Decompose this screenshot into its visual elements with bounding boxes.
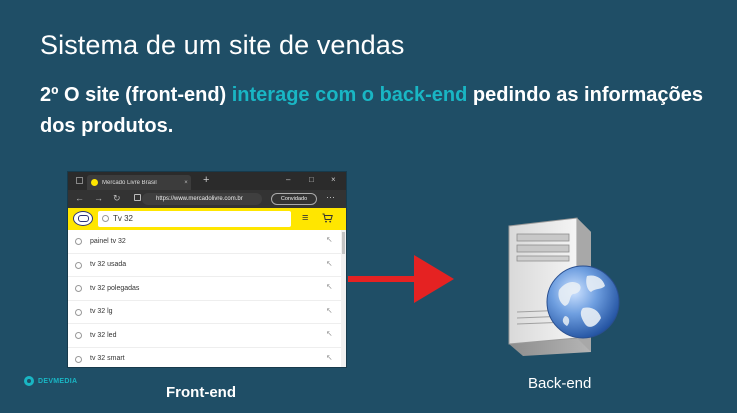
suggestion-item[interactable]: tv 32 usada ↖ xyxy=(68,254,346,277)
site-header: Tv 32 ≡ xyxy=(68,208,346,230)
slide-title: Sistema de um site de vendas xyxy=(40,30,405,60)
red-arrow-icon xyxy=(348,255,454,303)
search-icon xyxy=(75,261,82,269)
favicon-icon xyxy=(91,179,98,186)
fill-arrow-icon[interactable]: ↖ xyxy=(326,259,333,268)
suggestion-item[interactable]: tv 32 led ↖ xyxy=(68,324,346,348)
suggestion-text: tv 32 polegadas xyxy=(90,284,140,292)
devmedia-brand-text: DEVMEDIA xyxy=(38,377,78,385)
search-value: Tv 32 xyxy=(113,214,134,223)
fill-arrow-icon[interactable]: ↖ xyxy=(326,353,333,362)
search-icon xyxy=(75,355,82,363)
search-icon xyxy=(75,332,82,339)
slide-subtitle: 2º O site (front-end) interage com o bac… xyxy=(40,80,720,142)
search-icon xyxy=(75,308,82,316)
browser-tab-bar: Mercado Livre Brasil × + – □ × xyxy=(68,172,346,190)
suggestion-item[interactable]: tv 32 smart ↖ xyxy=(68,348,346,368)
devmedia-logo: DEVMEDIA xyxy=(24,376,77,386)
close-window-icon[interactable]: × xyxy=(331,175,336,184)
suggestion-text: tv 32 lg xyxy=(90,308,113,316)
forward-icon[interactable]: → xyxy=(94,193,103,203)
search-icon xyxy=(102,215,109,222)
search-suggestions: painel tv 32 ↖ tv 32 usada ↖ tv 32 poleg… xyxy=(68,230,346,367)
devmedia-logo-icon xyxy=(24,376,34,386)
scrollbar-thumb[interactable] xyxy=(342,232,345,254)
address-bar[interactable]: https://www.mercadolivre.com.br xyxy=(142,193,262,205)
fill-arrow-icon[interactable]: ↖ xyxy=(326,329,333,338)
server-icon xyxy=(508,217,620,356)
more-icon[interactable]: ··· xyxy=(326,192,335,202)
reload-icon[interactable]: ↻ xyxy=(113,193,121,204)
browser-screenshot: Mercado Livre Brasil × + – □ × ← → ↻ htt… xyxy=(68,172,346,367)
suggestion-text: tv 32 led xyxy=(90,331,117,339)
tab-actions-icon[interactable] xyxy=(76,177,83,184)
tab-title: Mercado Livre Brasil xyxy=(102,179,157,186)
suggestion-text: painel tv 32 xyxy=(90,237,126,245)
lock-icon xyxy=(134,194,141,201)
suggestion-item[interactable]: painel tv 32 ↖ xyxy=(68,230,346,254)
site-search-input[interactable]: Tv 32 xyxy=(98,211,291,227)
globe-icon xyxy=(546,265,620,339)
browser-toolbar: ← → ↻ https://www.mercadolivre.com.br Co… xyxy=(68,190,346,208)
front-end-label: Front-end xyxy=(166,384,236,401)
back-icon[interactable]: ← xyxy=(75,193,84,203)
tab-close-icon[interactable]: × xyxy=(181,180,191,186)
fill-arrow-icon[interactable]: ↖ xyxy=(326,235,333,244)
mercado-livre-logo[interactable] xyxy=(73,211,93,226)
suggestion-item[interactable]: tv 32 lg ↖ xyxy=(68,301,346,324)
suggestion-text: tv 32 smart xyxy=(90,355,125,363)
maximize-icon[interactable]: □ xyxy=(309,175,314,184)
cart-icon[interactable] xyxy=(322,213,333,223)
fill-arrow-icon[interactable]: ↖ xyxy=(326,282,333,291)
suggestion-text: tv 32 usada xyxy=(90,261,127,269)
subtitle-part-1: 2º O site (front-end) xyxy=(40,84,232,106)
fill-arrow-icon[interactable]: ↖ xyxy=(326,306,333,315)
subtitle-highlight: interage com o back-end xyxy=(231,84,468,106)
search-icon xyxy=(75,238,82,245)
scrollbar[interactable] xyxy=(341,230,346,367)
menu-icon[interactable]: ≡ xyxy=(302,212,308,224)
guest-profile-button[interactable]: Convidado xyxy=(271,193,317,205)
search-icon xyxy=(75,285,82,292)
browser-tab[interactable]: Mercado Livre Brasil × xyxy=(87,175,191,190)
back-end-label: Back-end xyxy=(528,375,592,392)
suggestion-item[interactable]: tv 32 polegadas ↖ xyxy=(68,277,346,301)
new-tab-button[interactable]: + xyxy=(203,174,209,186)
minimize-icon[interactable]: – xyxy=(286,175,290,184)
